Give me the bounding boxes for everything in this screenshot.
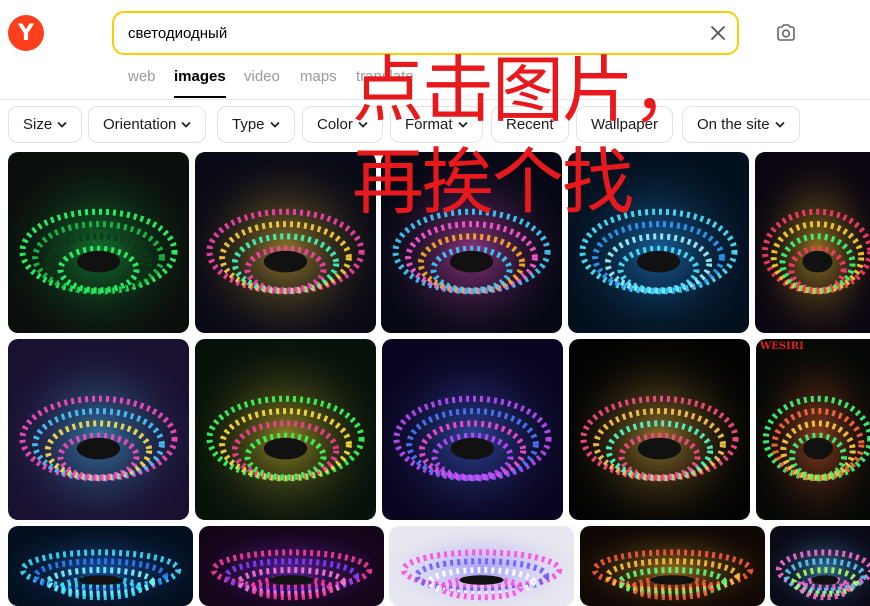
led-strip-picture	[580, 526, 765, 606]
led-strip-picture	[569, 339, 750, 520]
led-strip-picture	[8, 339, 189, 520]
chevron-down-icon	[181, 121, 192, 128]
led-strip-picture	[755, 152, 870, 333]
filter-label: Orientation	[103, 116, 177, 133]
led-strip-picture	[8, 152, 189, 333]
chevron-down-icon	[269, 121, 280, 128]
chevron-down-icon	[774, 121, 785, 128]
filter-color[interactable]: Color	[302, 106, 383, 143]
led-strip-image-1[interactable]	[8, 152, 189, 333]
led-strip-image-6[interactable]	[8, 339, 189, 520]
led-strip-picture	[756, 339, 870, 520]
led-strip-image-9[interactable]	[569, 339, 750, 520]
header-bar: Y web images video maps translate	[0, 0, 870, 100]
search-box[interactable]	[112, 11, 739, 55]
search-input[interactable]	[128, 13, 688, 53]
led-strip-image-5[interactable]	[755, 152, 870, 333]
yandex-logo[interactable]: Y	[8, 15, 44, 51]
led-strip-image-8[interactable]	[382, 339, 563, 520]
led-strip-image-10[interactable]: WESIRI	[756, 339, 870, 520]
filter-label: Type	[232, 116, 265, 133]
filter-format[interactable]: Format	[390, 106, 483, 143]
led-strip-image-11[interactable]	[8, 526, 193, 606]
filter-label: Size	[23, 116, 53, 133]
led-strip-picture	[195, 339, 376, 520]
filter-label: Color	[317, 116, 353, 133]
filter-label: Format	[405, 116, 453, 133]
watermark-text: WESIRI	[760, 341, 804, 352]
led-strip-image-4[interactable]	[568, 152, 749, 333]
led-strip-picture	[199, 526, 384, 606]
tab-web[interactable]: web	[128, 68, 156, 85]
tab-maps[interactable]: maps	[300, 68, 337, 85]
led-strip-image-7[interactable]	[195, 339, 376, 520]
filter-recent[interactable]: Recent	[491, 106, 569, 143]
filter-bar: Size Orientation Type Color Format Recen…	[0, 106, 870, 144]
filter-type[interactable]: Type	[217, 106, 295, 143]
filter-orientation[interactable]: Orientation	[88, 106, 207, 143]
led-strip-picture	[389, 526, 574, 606]
led-strip-picture	[381, 152, 562, 333]
led-strip-picture	[195, 152, 376, 333]
tab-translate[interactable]: translate	[356, 68, 414, 85]
chevron-down-icon	[457, 121, 468, 128]
tab-video[interactable]: video	[244, 68, 280, 85]
led-strip-image-13[interactable]	[389, 526, 574, 606]
filter-label: Recent	[506, 116, 554, 133]
led-strip-picture	[8, 526, 193, 606]
led-strip-image-14[interactable]	[580, 526, 765, 606]
led-strip-image-2[interactable]	[195, 152, 376, 333]
led-strip-picture	[770, 526, 870, 606]
led-strip-image-12[interactable]	[199, 526, 384, 606]
filter-label: On the site	[697, 116, 770, 133]
tab-images[interactable]: images	[174, 68, 226, 98]
chevron-down-icon	[57, 121, 67, 128]
close-icon[interactable]	[709, 24, 727, 42]
led-strip-image-15[interactable]	[770, 526, 870, 606]
camera-search-icon[interactable]	[774, 21, 798, 45]
logo-letter: Y	[18, 20, 34, 46]
led-strip-picture	[568, 152, 749, 333]
filter-wallpaper[interactable]: Wallpaper	[576, 106, 673, 143]
chevron-down-icon	[358, 121, 368, 128]
filter-on-the-site[interactable]: On the site	[682, 106, 800, 143]
led-strip-image-3[interactable]	[381, 152, 562, 333]
filter-label: Wallpaper	[591, 116, 658, 133]
led-strip-picture	[382, 339, 563, 520]
filter-size[interactable]: Size	[8, 106, 83, 143]
